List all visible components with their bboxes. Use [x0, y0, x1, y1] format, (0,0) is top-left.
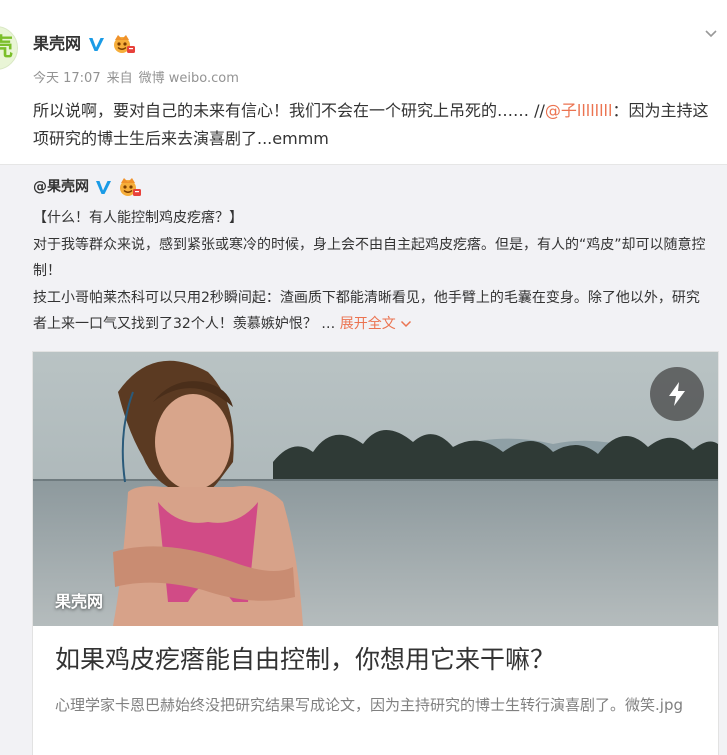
chevron-down-icon[interactable]: [703, 26, 719, 42]
cover-photo: [33, 352, 718, 626]
article-description: 心理学家卡恩巴赫始终没把研究结果写成论文，因为主持研究的博士生转行演喜剧了。微笑…: [55, 696, 683, 714]
lightning-icon[interactable]: [650, 367, 704, 421]
article-cover-image[interactable]: 果壳网: [33, 352, 718, 626]
repost-text: 【什么！有人能控制鸡皮疙瘩？】 对于我等群众来说，感到紧张或寒冷的时候，身上会不…: [33, 205, 713, 338]
repost-header: @果壳网: [33, 177, 142, 197]
mention-link[interactable]: @子llllllll: [545, 101, 613, 120]
article-title[interactable]: 如果鸡皮疙瘩能自由控制，你想用它来干嘛？: [55, 642, 705, 678]
expand-full-text-link[interactable]: 展开全文: [340, 316, 412, 332]
post-header: 果壳网: [33, 34, 136, 54]
post-source[interactable]: 微博 weibo.com: [139, 70, 239, 88]
article-card[interactable]: 果壳网 如果鸡皮疙瘩能自由控制，你想用它来干嘛？ 心理学家卡恩巴赫始终没把研究结…: [32, 351, 719, 755]
repost-container: @果壳网 【什么！有人能控制鸡皮疙瘩？】 对于我等群众来说，感到紧张或寒冷的时候…: [0, 164, 727, 755]
post-time[interactable]: 今天 17:07: [33, 70, 101, 88]
source-prefix: 来自: [106, 71, 133, 86]
repost-line: 技工小哥帕莱杰科可以只用2秒瞬间起：渣画质下都能清晰看见，他手臂上的毛囊在变身。…: [33, 285, 713, 338]
chevron-down-icon: [401, 320, 412, 328]
image-watermark: 果壳网: [55, 592, 104, 611]
expand-label: 展开全文: [339, 316, 396, 332]
avatar-glyph: 壳: [0, 35, 13, 59]
post-text: 所以说啊，要对自己的未来有信心！我们不会在一个研究上吊死的…… //@子llll…: [33, 97, 713, 153]
post-meta: 今天 17:07 来自 微博 weibo.com: [33, 70, 239, 88]
post-text-main: 所以说啊，要对自己的未来有信心！我们不会在一个研究上吊死的…… //: [33, 101, 545, 120]
repost-author-name[interactable]: @果壳网: [33, 177, 89, 197]
verified-icon[interactable]: [87, 35, 106, 54]
repost-line: 对于我等群众来说，感到紧张或寒冷的时候，身上会不由自主起鸡皮疙瘩。但是，有人的“…: [33, 236, 706, 280]
verified-icon[interactable]: [94, 178, 113, 197]
author-name[interactable]: 果壳网: [33, 34, 81, 54]
vip-icon[interactable]: [112, 34, 136, 54]
repost-line: 【什么！有人能控制鸡皮疙瘩？】: [33, 210, 243, 226]
author-avatar[interactable]: 壳: [0, 26, 18, 70]
vip-icon[interactable]: [118, 177, 142, 197]
